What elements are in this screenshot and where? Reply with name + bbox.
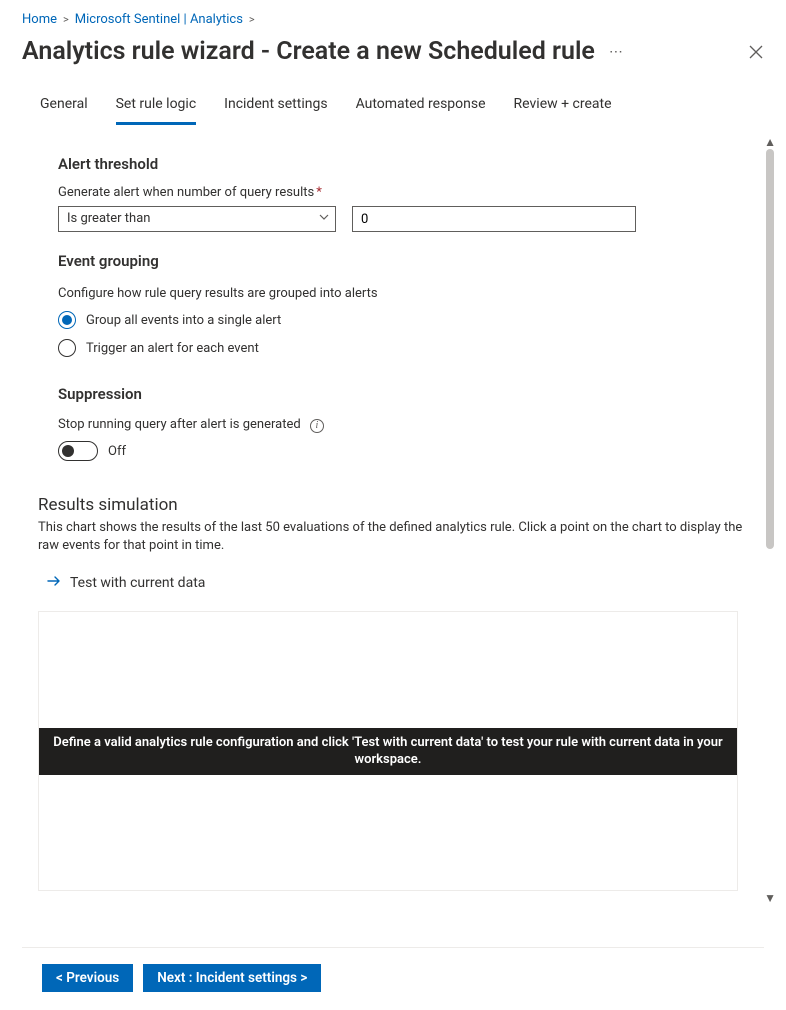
results-chart-placeholder: Define a valid analytics rule configurat… (38, 611, 738, 891)
operator-select[interactable]: Is greater than (58, 206, 336, 232)
event-grouping-heading: Event grouping (58, 252, 764, 270)
threshold-value-input[interactable] (352, 206, 636, 232)
alert-threshold-heading: Alert threshold (58, 155, 764, 173)
info-icon[interactable]: i (310, 419, 324, 433)
tab-set-rule-logic[interactable]: Set rule logic (116, 90, 197, 125)
scroll-up-icon[interactable]: ▲ (764, 135, 776, 149)
chevron-right-icon: > (249, 13, 255, 26)
alert-threshold-label: Generate alert when number of query resu… (58, 185, 764, 200)
results-simulation-heading: Results simulation (38, 495, 764, 515)
more-icon[interactable]: ⋯ (609, 44, 625, 60)
test-link-label: Test with current data (70, 575, 205, 591)
suppression-heading: Suppression (58, 385, 764, 403)
scrollbar-thumb[interactable] (766, 149, 774, 549)
event-grouping-description: Configure how rule query results are gro… (58, 286, 764, 301)
next-button[interactable]: Next : Incident settings > (143, 964, 321, 992)
chevron-right-icon: > (63, 13, 69, 26)
tabs: General Set rule logic Incident settings… (22, 90, 764, 125)
breadcrumb-sentinel-analytics[interactable]: Microsoft Sentinel | Analytics (75, 12, 243, 27)
test-with-current-data-link[interactable]: Test with current data (46, 573, 764, 593)
tab-automated-response[interactable]: Automated response (356, 90, 486, 125)
previous-button[interactable]: < Previous (42, 964, 133, 992)
breadcrumb-home[interactable]: Home (22, 12, 57, 27)
radio-group-all[interactable] (58, 311, 76, 329)
suppression-value-label: Off (108, 444, 126, 459)
page-title: Analytics rule wizard - Create a new Sch… (22, 37, 595, 66)
tab-incident-settings[interactable]: Incident settings (224, 90, 327, 125)
radio-each-event[interactable] (58, 339, 76, 357)
suppression-label: Stop running query after alert is genera… (58, 417, 764, 433)
breadcrumb: Home > Microsoft Sentinel | Analytics > (22, 12, 764, 27)
required-indicator: * (316, 185, 322, 200)
close-icon[interactable] (748, 44, 764, 60)
radio-group-all-label: Group all events into a single alert (86, 313, 281, 328)
suppression-toggle[interactable] (58, 441, 98, 461)
scrollbar[interactable] (764, 149, 774, 891)
radio-each-event-label: Trigger an alert for each event (86, 341, 259, 356)
tab-review-create[interactable]: Review + create (514, 90, 612, 125)
results-chart-banner: Define a valid analytics rule configurat… (39, 728, 737, 775)
scroll-down-icon[interactable]: ▼ (764, 891, 776, 905)
results-simulation-description: This chart shows the results of the last… (38, 519, 764, 555)
tab-general[interactable]: General (40, 90, 88, 125)
arrow-right-icon (46, 573, 62, 593)
wizard-footer: < Previous Next : Incident settings > (22, 947, 764, 992)
